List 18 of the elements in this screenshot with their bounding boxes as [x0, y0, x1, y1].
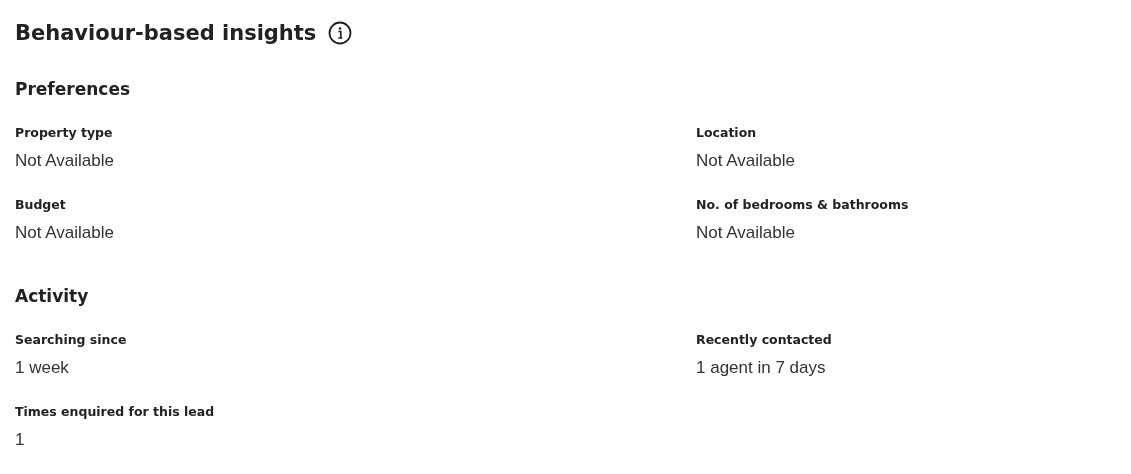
field-value: 1 [15, 429, 26, 451]
section-heading: Activity [15, 285, 90, 308]
field-label: Location [696, 124, 758, 142]
field-value: Not Available [15, 150, 115, 172]
field-label: No. of bedrooms & bathrooms [696, 196, 910, 214]
field-label: Times enquired for this lead [15, 403, 216, 421]
field-label: Budget [15, 196, 67, 214]
field-value: 1 agent in 7 days [696, 357, 827, 379]
field-value: Not Available [696, 150, 796, 172]
field-label: Recently contacted [696, 331, 833, 349]
field-label: Searching since [15, 331, 128, 349]
info-icon[interactable] [328, 21, 353, 45]
field-value: 1 week [15, 357, 70, 379]
field-label: Property type [15, 124, 114, 142]
field-value: Not Available [15, 222, 115, 244]
section-heading: Preferences [15, 78, 132, 101]
page-title: Behaviour-based insights [15, 20, 317, 47]
field-value: Not Available [696, 222, 796, 244]
